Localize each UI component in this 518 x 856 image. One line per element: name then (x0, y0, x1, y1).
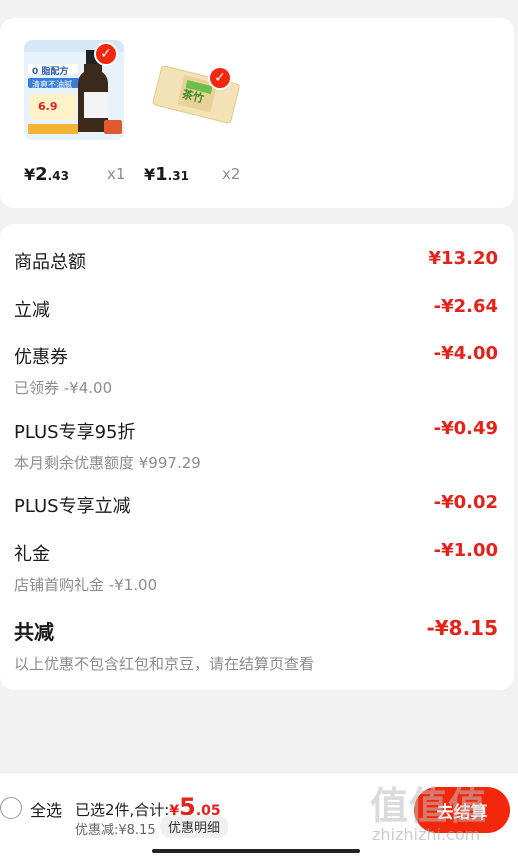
row-sub: 已领券 -¥4.00 (14, 379, 113, 397)
price-decimal: .43 (47, 169, 69, 183)
home-indicator (152, 849, 360, 853)
product-item[interactable]: 茶竹 ✓ (144, 40, 244, 140)
total-value: -¥8.15 (426, 616, 498, 640)
price-integer: 2 (35, 164, 48, 185)
row-label: PLUS专享立减 (14, 496, 131, 517)
select-all-label[interactable]: 全选 (30, 797, 62, 821)
discount-detail-button[interactable]: 优惠明细 (160, 815, 229, 838)
checked-icon[interactable]: ✓ (208, 66, 232, 90)
row-label: 立减 (14, 300, 50, 321)
product-price: ¥1.31 (144, 164, 189, 188)
total-note: 以上优惠不包含红包和京豆，请在结算页查看 (14, 655, 315, 673)
product-image-text: 0 脂配方 (32, 67, 69, 77)
row-label: 优惠券 (14, 347, 68, 368)
row-value: -¥0.49 (433, 418, 498, 439)
row-sub: 本月剩余优惠额度 ¥997.29 (14, 454, 201, 472)
row-value: -¥0.02 (433, 492, 498, 513)
product-quantity: x2 (222, 165, 241, 183)
summary-row-instant-cut: 立减 -¥2.64 (14, 296, 498, 322)
product-image-price: 6.9 (38, 100, 58, 113)
summary-row-gift[interactable]: 礼金 店铺首购礼金 -¥1.00 -¥1.00 (14, 540, 498, 595)
summary-row-plus-cut: PLUS专享立减 -¥0.02 (14, 492, 498, 518)
row-value: ¥13.20 (428, 248, 498, 269)
total-label: 共减 (14, 620, 54, 644)
product-image-tea[interactable]: 茶竹 (144, 40, 244, 140)
row-value: -¥2.64 (433, 296, 498, 317)
discount-amount: 优惠减:¥8.15 (75, 823, 156, 838)
checked-icon[interactable]: ✓ (94, 42, 118, 66)
row-label: 商品总额 (14, 252, 86, 273)
currency-symbol: ¥ (144, 165, 156, 184)
price-integer: 1 (155, 164, 168, 185)
summary-row-coupon[interactable]: 优惠券 已领券 -¥4.00 -¥4.00 (14, 343, 498, 398)
summary-row-plus95[interactable]: PLUS专享95折 本月剩余优惠额度 ¥997.29 -¥0.49 (14, 418, 498, 473)
selected-count-text: 已选2件,合计: (75, 801, 170, 819)
currency-symbol: ¥ (24, 165, 36, 184)
row-label: PLUS专享95折 (14, 422, 136, 443)
product-item[interactable]: 0 脂配方 清爽不油腻 6.9 ✓ (24, 40, 124, 140)
watermark-url: zhizhizhi.com (372, 825, 481, 844)
product-quantity: x1 (107, 165, 126, 183)
price-decimal: .31 (167, 169, 189, 183)
summary-row-total: 共减 以上优惠不包含红包和京豆，请在结算页查看 -¥8.15 (14, 616, 498, 674)
row-label: 礼金 (14, 544, 50, 565)
product-price: ¥2.43 (24, 164, 69, 188)
discount-summary-card: 商品总额 ¥13.20 立减 -¥2.64 优惠券 已领券 -¥4.00 -¥4… (0, 224, 514, 690)
row-value: -¥4.00 (433, 343, 498, 364)
selected-products-card: 0 脂配方 清爽不油腻 6.9 ✓ ¥2.43 x1 茶竹 ✓ ¥1.31 x2 (0, 18, 514, 208)
product-image-text: 清爽不油腻 (32, 80, 72, 89)
row-sub: 店铺首购礼金 -¥1.00 (14, 576, 158, 594)
summary-row-goods-total: 商品总额 ¥13.20 (14, 248, 498, 274)
row-value: -¥1.00 (433, 540, 498, 561)
select-all-radio[interactable] (0, 797, 22, 819)
